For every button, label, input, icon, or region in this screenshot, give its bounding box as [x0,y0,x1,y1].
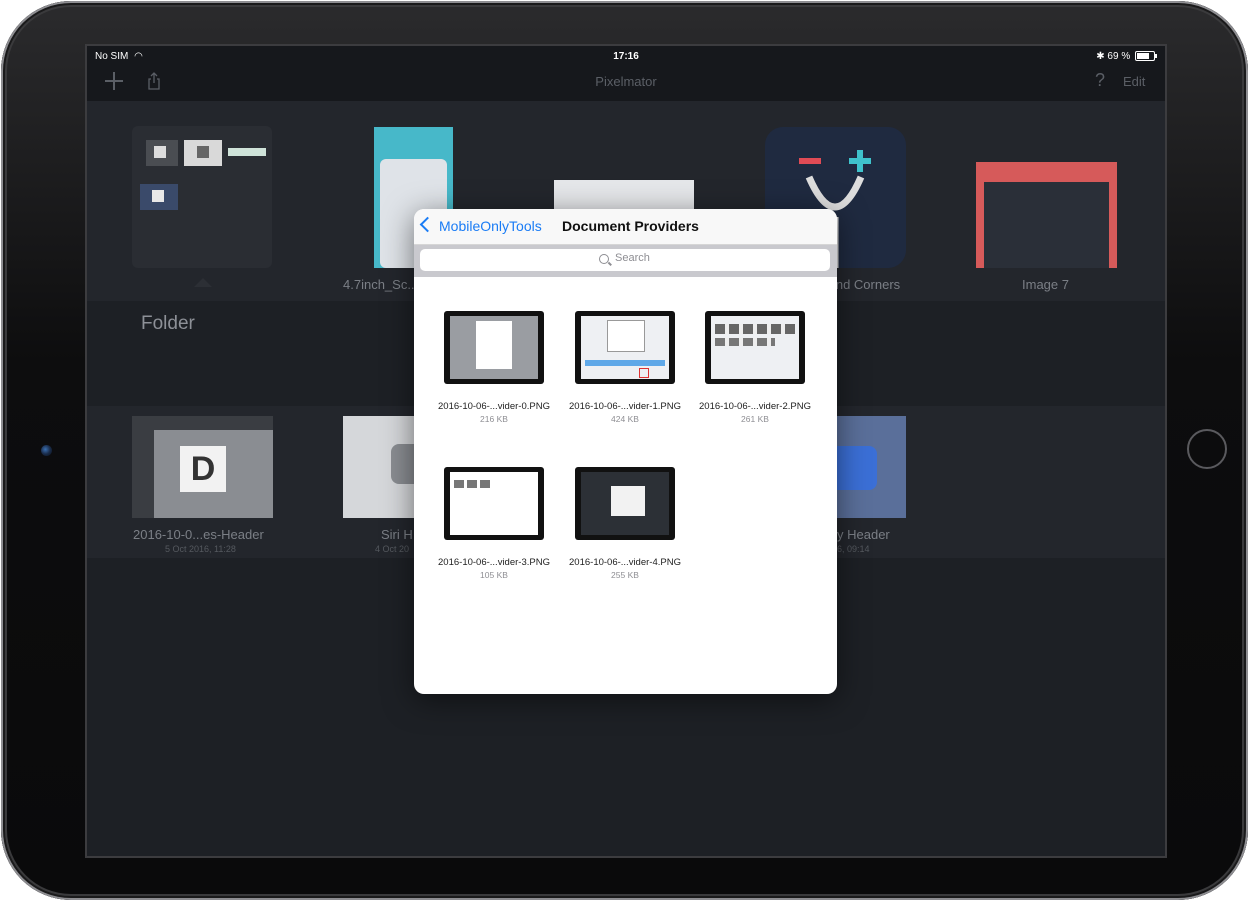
tile-date-documents-header: 5 Oct 2016, 11:28 [165,544,236,554]
document-providers-popover: MobileOnlyTools Document Providers Searc… [414,209,837,694]
tile-label-4-7inch: 4.7inch_Sc... [343,277,419,292]
home-button[interactable] [1187,429,1227,469]
tile-label-siri-header: Siri H [381,527,413,542]
folder-thumb-4 [140,184,178,210]
tile-date-y-header: 6, 09:14 [837,544,870,554]
folder-tile[interactable] [132,126,272,268]
bluetooth-icon: ✱ [1096,51,1105,62]
status-battery: ✱ 69 % [1096,46,1157,68]
file-thumbnail [444,467,544,540]
back-button[interactable]: MobileOnlyTools [419,216,542,234]
file-name: 2016-10-06-...vider-4.PNG [569,557,681,568]
file-size: 216 KB [480,414,508,424]
file-thumbnail [444,311,544,384]
file-size: 255 KB [611,570,639,580]
tile-y-header[interactable] [837,416,906,518]
file-item[interactable]: 2016-10-06-...vider-0.PNG 216 KB [430,311,558,441]
tile-siri-header[interactable] [343,416,422,518]
folder-thumb-2 [184,140,222,166]
tile-label-image-7: Image 7 [1022,277,1069,292]
popover-nav-bar: MobileOnlyTools Document Providers [414,209,837,245]
file-thumbnail [705,311,805,384]
tile-label-y-header: y Header [837,527,890,542]
search-icon [599,254,609,264]
popover-title: Document Providers [562,218,699,234]
file-name: 2016-10-06-...vider-3.PNG [438,557,550,568]
folder-title: Folder [141,313,195,334]
file-item[interactable]: 2016-10-06-...vider-4.PNG 255 KB [561,467,689,597]
folder-thumb-3 [228,148,266,156]
tile-documents-header[interactable]: D [132,416,273,518]
file-size: 424 KB [611,414,639,424]
status-time: 17:16 [613,51,639,62]
folder-thumb-1 [146,140,178,166]
documents-logo-icon: D [180,446,226,492]
file-thumbnail [575,467,675,540]
chevron-left-icon [419,216,436,233]
tile-hidden-screenshot[interactable] [554,180,694,210]
search-bar: Search [414,245,837,277]
search-input[interactable]: Search [420,249,830,271]
app-title: Pixelmator [595,74,657,89]
file-name: 2016-10-06-...vider-1.PNG [569,401,681,412]
file-item[interactable]: 2016-10-06-...vider-2.PNG 261 KB [691,311,819,441]
help-icon[interactable]: ? [1095,70,1105,91]
battery-percent: 69 % [1107,51,1131,62]
battery-icon [1135,51,1157,62]
tile-label-documents-header: 2016-10-0...es-Header [133,527,264,542]
tile-image-7[interactable] [976,162,1117,268]
file-name: 2016-10-06-...vider-2.PNG [699,401,811,412]
back-button-label: MobileOnlyTools [439,218,542,234]
file-thumbnail [575,311,675,384]
ipad-frame: No SIM ◠ 17:16 ✱ 69 % Pixelmator ? Edit [1,1,1248,900]
file-name: 2016-10-06-...vider-0.PNG [438,401,550,412]
edit-button[interactable]: Edit [1123,74,1145,89]
folder-pointer [194,278,212,287]
camera-lens [41,445,52,456]
file-item[interactable]: 2016-10-06-...vider-3.PNG 105 KB [430,467,558,597]
file-size: 105 KB [480,570,508,580]
file-size: 261 KB [741,414,769,424]
search-placeholder: Search [615,252,650,264]
tile-date-siri-header: 4 Oct 20 [375,544,410,554]
file-item[interactable]: 2016-10-06-...vider-1.PNG 424 KB [561,311,689,441]
